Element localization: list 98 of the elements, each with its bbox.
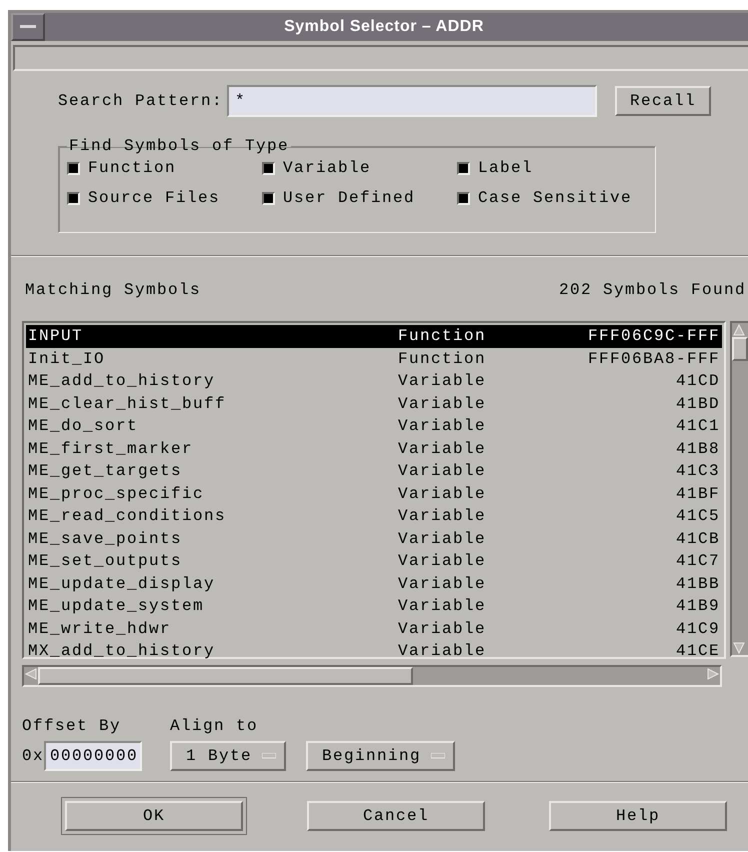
horizontal-scrollbar[interactable]: [22, 665, 722, 687]
symbol-type: Variable: [398, 597, 488, 616]
symbol-name: Init_IO: [28, 350, 106, 368]
checkbox-label: Case Sensitive: [478, 189, 632, 207]
symbol-type: Variable: [398, 507, 488, 526]
symbol-count: 202 Symbols Found: [558, 281, 746, 299]
checkbox[interactable]: [457, 162, 470, 174]
symbol-name: ME_read_conditions: [28, 507, 228, 526]
checkbox[interactable]: [457, 192, 470, 204]
symbol-address: 41BD: [674, 394, 720, 413]
symbol-row[interactable]: ME_update_system Variable 41B9: [26, 595, 722, 618]
checkbox-label: Source Files: [88, 189, 220, 207]
symbol-type: Variable: [398, 484, 488, 503]
symbol-address: 41CB: [674, 530, 720, 548]
offset-field[interactable]: 00000000: [44, 741, 142, 771]
symbol-address: 41BB: [674, 574, 720, 593]
symbol-address: FFF06C9C-FFF: [586, 327, 720, 346]
option-indicator-icon: [431, 753, 446, 759]
symbol-name: ME_clear_hist_buff: [28, 394, 228, 413]
symbol-type: Variable: [398, 417, 488, 436]
symbol-type: Variable: [398, 440, 488, 458]
scroll-up-icon[interactable]: [732, 323, 746, 337]
symbol-address: 41CE: [674, 642, 720, 660]
hex-prefix: 0x: [22, 747, 44, 765]
symbol-row[interactable]: MX_add_to_history Variable 41CE: [26, 640, 722, 662]
search-label: Search Pattern:: [58, 92, 224, 110]
symbol-row[interactable]: ME_save_points Variable 41CB: [26, 528, 722, 550]
symbol-type: Function: [398, 350, 488, 368]
list-label: Matching Symbols: [25, 281, 202, 299]
symbol-row[interactable]: ME_first_marker Variable 41B8: [26, 438, 722, 460]
symbol-row[interactable]: ME_read_conditions Variable 41C5: [26, 505, 722, 528]
symbol-row[interactable]: Init_IO Function FFF06BA8-FFF: [26, 348, 722, 370]
symbol-name: ME_write_hdwr: [28, 620, 172, 638]
symbol-address: 41CD: [674, 372, 720, 390]
dialog-button[interactable]: OK: [65, 801, 243, 831]
symbol-name: ME_save_points: [28, 530, 184, 548]
window-title: Symbol Selector – ADDR: [283, 18, 485, 36]
symbol-name: INPUT: [28, 327, 84, 346]
symbol-type: Function: [398, 327, 488, 346]
group-title: Find Symbols of Type: [68, 137, 290, 155]
symbol-type: Variable: [398, 394, 488, 413]
symbol-address: 41B9: [674, 597, 720, 616]
symbol-address: 41C7: [674, 552, 720, 570]
symbol-row[interactable]: ME_clear_hist_buff Variable 41BD: [26, 392, 722, 415]
scroll-right-icon[interactable]: [706, 667, 720, 681]
checkbox-label: Label: [478, 159, 534, 177]
symbol-name: ME_set_outputs: [28, 552, 184, 570]
window-menu-button[interactable]: [11, 13, 45, 41]
symbol-type: Variable: [398, 372, 488, 390]
symbol-row[interactable]: ME_proc_specific Variable 41BF: [26, 482, 722, 505]
symbol-name: ME_get_targets: [28, 462, 184, 480]
vertical-scrollbar[interactable]: [730, 321, 748, 657]
checkbox[interactable]: [262, 162, 275, 174]
checkbox-label: User Defined: [283, 189, 416, 207]
scroll-down-icon[interactable]: [732, 641, 746, 655]
symbol-row[interactable]: ME_add_to_history Variable 41CD: [26, 370, 722, 392]
search-field[interactable]: *: [227, 85, 598, 117]
checkbox[interactable]: [67, 162, 80, 174]
checkbox[interactable]: [262, 192, 275, 204]
symbol-type: Variable: [398, 620, 488, 638]
symbol-name: ME_add_to_history: [28, 372, 216, 390]
dialog-button[interactable]: Cancel: [307, 801, 485, 831]
symbol-name: ME_proc_specific: [28, 484, 206, 503]
symbol-address: 41C1: [674, 417, 720, 436]
symbol-type: Variable: [398, 530, 488, 548]
checkbox-label: Function: [88, 159, 176, 177]
symbol-row[interactable]: ME_do_sort Variable 41C1: [26, 415, 722, 438]
symbol-address: 41BF: [674, 484, 720, 503]
dialog-button[interactable]: Help: [549, 801, 727, 831]
menu-bar-icon: [20, 25, 36, 29]
checkbox-label: Variable: [283, 159, 372, 177]
option-menu[interactable]: Beginning: [306, 741, 456, 771]
symbol-name: MX_add_to_history: [28, 642, 216, 660]
symbol-address: 41B8: [674, 440, 720, 458]
symbol-address: 41C3: [674, 462, 720, 480]
recall-button[interactable]: Recall: [615, 86, 712, 116]
scroll-left-icon[interactable]: [24, 667, 38, 681]
symbol-name: ME_first_marker: [28, 440, 194, 458]
symbol-row[interactable]: ME_get_targets Variable 41C3: [26, 460, 722, 482]
symbol-type: Variable: [398, 552, 488, 570]
offset-label: Offset By: [22, 717, 122, 735]
align-label: Align to: [170, 717, 260, 735]
symbol-row[interactable]: ME_update_display Variable 41BB: [26, 572, 722, 595]
symbol-type: Variable: [398, 642, 488, 660]
symbol-row[interactable]: ME_set_outputs Variable 41C7: [26, 550, 722, 572]
symbol-name: ME_do_sort: [28, 417, 140, 436]
option-indicator-icon: [262, 753, 276, 759]
symbol-address: 41C9: [674, 620, 720, 638]
symbol-row[interactable]: INPUT Function FFF06C9C-FFF: [26, 325, 722, 348]
symbol-address: FFF06BA8-FFF: [586, 350, 720, 368]
option-menu[interactable]: 1 Byte: [170, 741, 286, 771]
checkbox[interactable]: [67, 192, 80, 204]
symbol-name: ME_update_display: [28, 574, 216, 593]
symbol-row[interactable]: ME_write_hdwr Variable 41C9: [26, 618, 722, 640]
symbol-type: Variable: [398, 574, 488, 593]
symbol-name: ME_update_system: [28, 597, 206, 616]
symbol-address: 41C5: [674, 507, 720, 526]
symbol-type: Variable: [398, 462, 488, 480]
